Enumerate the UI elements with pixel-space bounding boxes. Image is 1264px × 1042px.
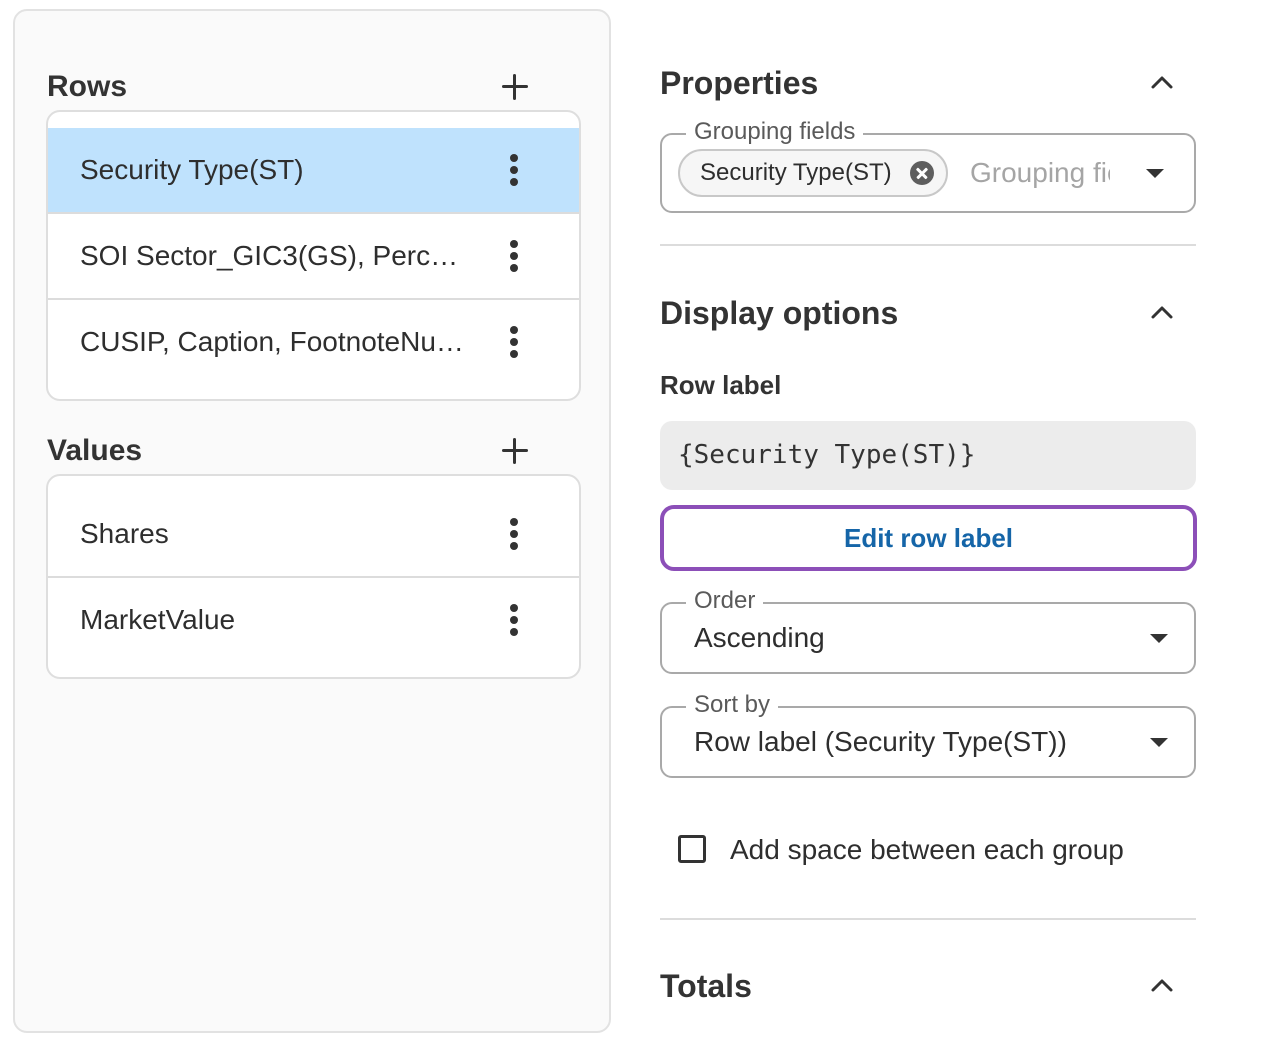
rows-title: Rows: [47, 70, 128, 103]
more-vert-icon[interactable]: [506, 324, 522, 360]
list-item-label: Security Type(ST): [80, 154, 304, 185]
row-label-value: {Security Type(ST)}: [678, 440, 976, 470]
grouping-chip[interactable]: Security Type(ST): [678, 149, 948, 197]
add-row-button[interactable]: [497, 69, 533, 105]
value-item-marketvalue[interactable]: MarketValue: [48, 578, 579, 664]
row-item-security-type[interactable]: Security Type(ST): [48, 128, 579, 214]
values-section-header: Values: [47, 431, 547, 471]
values-title: Values: [47, 434, 143, 467]
rows-section-header: Rows: [47, 67, 547, 107]
remove-chip-icon[interactable]: [909, 161, 934, 185]
more-vert-icon[interactable]: [506, 516, 522, 552]
add-space-checkbox-row[interactable]: Add space between each group: [678, 826, 1178, 874]
caret-down-icon[interactable]: [1150, 738, 1168, 747]
more-vert-icon[interactable]: [506, 152, 522, 188]
add-value-button[interactable]: [497, 433, 533, 469]
chevron-up-icon[interactable]: [1148, 972, 1176, 1000]
display-options-title: Display options: [660, 295, 899, 331]
list-item-label: MarketValue: [80, 604, 236, 635]
list-item-label: SOI Sector_GIC3(GS), Percentage(SOI Sect…: [80, 240, 464, 271]
properties-title: Properties: [660, 65, 819, 101]
divider: [660, 918, 1196, 920]
sort-by-value: Row label (Security Type(ST)): [694, 726, 1067, 757]
row-label-title: Row label: [660, 370, 782, 400]
totals-title: Totals: [660, 968, 752, 1004]
grouping-fields-legend: Grouping fields: [686, 117, 864, 147]
grouping-fields-select[interactable]: Grouping fields Security Type(ST): [660, 117, 1196, 213]
values-list: Shares MarketValue: [46, 474, 581, 679]
caret-down-icon[interactable]: [1150, 634, 1168, 643]
caret-down-icon[interactable]: [1146, 169, 1164, 178]
list-item-label: CUSIP, Caption, FootnoteNumber: [80, 326, 464, 357]
sort-by-select[interactable]: Sort by Row label (Security Type(ST)): [660, 690, 1196, 778]
grouping-fields-input[interactable]: [970, 153, 1110, 193]
fields-panel: Rows Security Type(ST) SOI Sector_GIC3(G…: [13, 9, 611, 1033]
value-item-shares[interactable]: Shares: [48, 492, 579, 578]
add-space-label: Add space between each group: [730, 834, 1124, 865]
chip-label: Security Type(ST): [700, 159, 892, 186]
chevron-up-icon[interactable]: [1148, 299, 1176, 327]
divider: [660, 244, 1196, 246]
order-value: Ascending: [694, 622, 825, 653]
add-space-checkbox[interactable]: [678, 835, 706, 863]
row-label-preview: {Security Type(ST)}: [660, 421, 1196, 490]
order-select[interactable]: Order Ascending: [660, 586, 1196, 674]
chevron-up-icon[interactable]: [1148, 69, 1176, 97]
list-item-label: Shares: [80, 518, 169, 549]
row-item-soi-sector[interactable]: SOI Sector_GIC3(GS), Percentage(SOI Sect…: [48, 214, 579, 300]
more-vert-icon[interactable]: [506, 602, 522, 638]
edit-row-label-button[interactable]: Edit row label: [660, 505, 1197, 571]
settings-panel: Properties Grouping fields Security Type…: [660, 0, 1200, 1042]
rows-list: Security Type(ST) SOI Sector_GIC3(GS), P…: [46, 110, 581, 401]
more-vert-icon[interactable]: [506, 238, 522, 274]
row-item-cusip[interactable]: CUSIP, Caption, FootnoteNumber: [48, 300, 579, 386]
